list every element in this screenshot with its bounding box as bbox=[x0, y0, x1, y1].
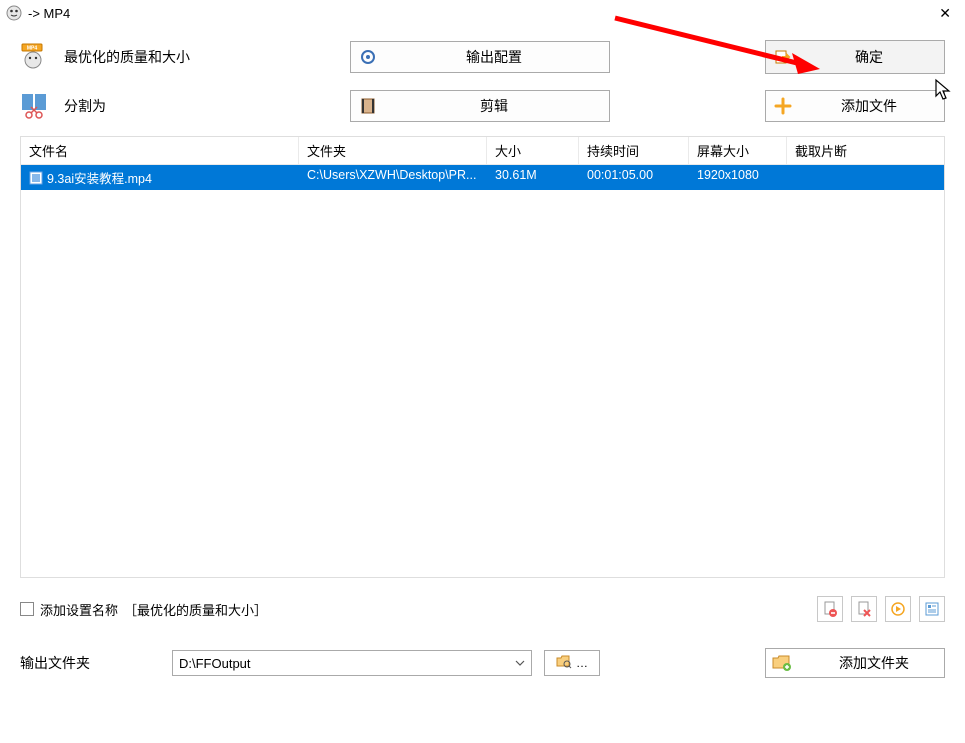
ok-label: 确定 bbox=[802, 47, 936, 67]
add-file-label: 添加文件 bbox=[802, 96, 936, 116]
gear-icon bbox=[359, 48, 377, 66]
td-duration: 00:01:05.00 bbox=[579, 165, 689, 190]
titlebar: -> MP4 ✕ bbox=[0, 0, 965, 26]
quality-label: 最优化的质量和大小 bbox=[64, 47, 190, 67]
td-size: 30.61M bbox=[487, 165, 579, 190]
td-name: 9.3ai安装教程.mp4 bbox=[21, 165, 299, 190]
split-group: 分割为 bbox=[20, 92, 330, 120]
close-icon[interactable]: ✕ bbox=[933, 5, 957, 22]
edit-label: 剪辑 bbox=[387, 96, 601, 116]
bottom-row-1: 添加设置名称 ［最优化的质量和大小］ bbox=[0, 578, 965, 628]
svg-text:MP4: MP4 bbox=[27, 46, 38, 52]
app-icon bbox=[6, 5, 22, 21]
output-folder-label: 输出文件夹 bbox=[20, 653, 160, 673]
quality-bracket-label: ［最优化的质量和大小］ bbox=[124, 600, 267, 619]
table-row[interactable]: 9.3ai安装教程.mp4 C:\Users\XZWH\Desktop\PR..… bbox=[21, 165, 944, 190]
chevron-down-icon bbox=[515, 656, 525, 671]
edit-button[interactable]: 剪辑 bbox=[350, 90, 610, 122]
toolbar-row-2: 分割为 剪辑 添加文件 bbox=[0, 82, 965, 136]
filmstrip-icon bbox=[359, 97, 377, 115]
browse-dots: … bbox=[576, 656, 588, 670]
ok-group: 确定 bbox=[765, 40, 945, 74]
output-config-button[interactable]: 输出配置 bbox=[350, 41, 610, 73]
doc-delete-button[interactable] bbox=[851, 596, 877, 622]
confirm-arrow-icon bbox=[774, 48, 792, 66]
edit-group: 剪辑 bbox=[350, 90, 610, 122]
browse-button[interactable]: … bbox=[544, 650, 600, 676]
add-folder-label: 添加文件夹 bbox=[804, 653, 944, 673]
plus-icon bbox=[774, 97, 792, 115]
td-clip bbox=[787, 165, 944, 190]
doc-remove-button[interactable] bbox=[817, 596, 843, 622]
small-icons-group bbox=[817, 596, 945, 622]
video-file-icon bbox=[29, 171, 43, 185]
mp4-format-icon: MP4 bbox=[20, 43, 48, 71]
bottom-row-2: 输出文件夹 D:\FFOutput … 添加文件夹 bbox=[0, 628, 965, 688]
split-label[interactable]: 分割为 bbox=[64, 96, 106, 116]
file-name: 9.3ai安装教程.mp4 bbox=[47, 168, 152, 187]
output-folder-select[interactable]: D:\FFOutput bbox=[172, 650, 532, 676]
info-button[interactable] bbox=[919, 596, 945, 622]
td-screen: 1920x1080 bbox=[689, 165, 787, 190]
add-file-group: 添加文件 bbox=[765, 90, 945, 122]
td-folder: C:\Users\XZWH\Desktop\PR... bbox=[299, 165, 487, 190]
folder-plus-icon bbox=[772, 654, 792, 672]
output-config-group: 输出配置 bbox=[350, 41, 610, 73]
window-title: -> MP4 bbox=[28, 6, 70, 21]
th-clip[interactable]: 截取片断 bbox=[787, 137, 944, 164]
play-button[interactable] bbox=[885, 596, 911, 622]
output-config-label: 输出配置 bbox=[387, 47, 601, 67]
titlebar-left: -> MP4 bbox=[6, 5, 70, 21]
add-file-button[interactable]: 添加文件 bbox=[765, 90, 945, 122]
th-folder[interactable]: 文件夹 bbox=[299, 137, 487, 164]
ok-button[interactable]: 确定 bbox=[765, 40, 945, 74]
quality-group: MP4 最优化的质量和大小 bbox=[20, 43, 330, 71]
add-settings-checkbox[interactable] bbox=[20, 602, 34, 616]
toolbar-row-1: MP4 最优化的质量和大小 输出配置 确定 bbox=[0, 26, 965, 82]
scissors-icon bbox=[20, 92, 48, 120]
folder-search-icon bbox=[556, 655, 572, 672]
th-size[interactable]: 大小 bbox=[487, 137, 579, 164]
file-table: 文件名 文件夹 大小 持续时间 屏幕大小 截取片断 9.3ai安装教程.mp4 … bbox=[20, 136, 945, 578]
add-settings-label: 添加设置名称 bbox=[40, 600, 118, 619]
th-duration[interactable]: 持续时间 bbox=[579, 137, 689, 164]
th-name[interactable]: 文件名 bbox=[21, 137, 299, 164]
output-folder-value: D:\FFOutput bbox=[179, 656, 251, 671]
th-screen[interactable]: 屏幕大小 bbox=[689, 137, 787, 164]
add-folder-button[interactable]: 添加文件夹 bbox=[765, 648, 945, 678]
table-header: 文件名 文件夹 大小 持续时间 屏幕大小 截取片断 bbox=[21, 137, 944, 165]
